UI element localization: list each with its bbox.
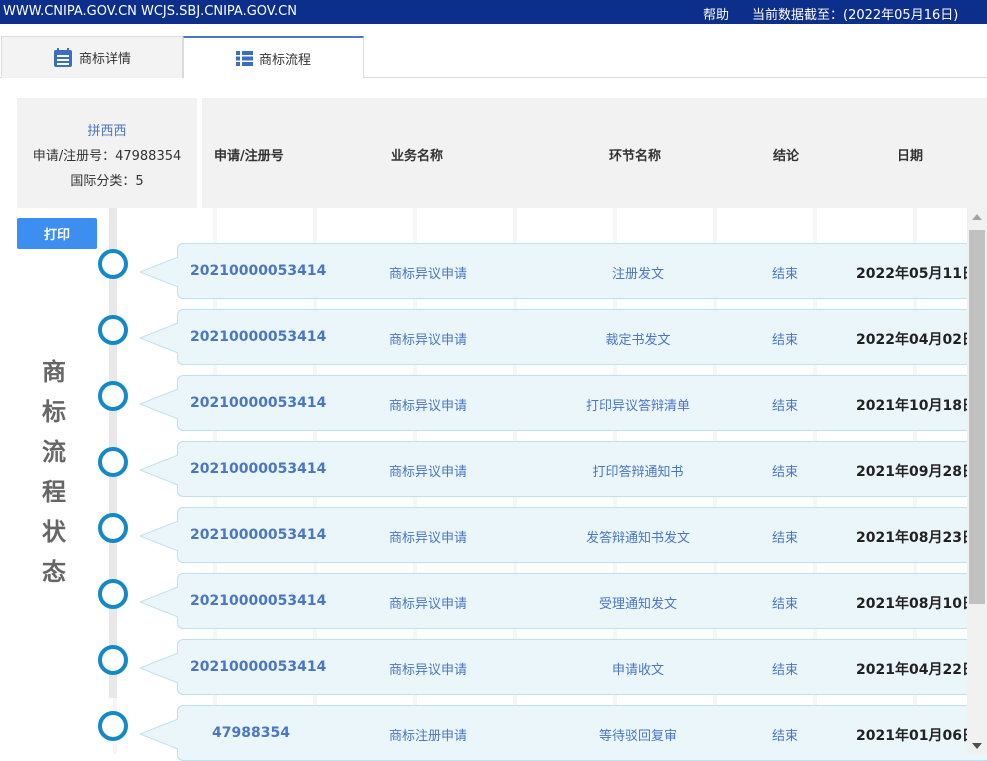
record-step[interactable]: 裁定书发文 <box>538 329 738 348</box>
trademark-info: 拼西西 申请/注册号：47988354 国际分类：5 <box>17 98 197 208</box>
timeline-record: 20210000053414 商标异议申请 注册发文 结束 2022年05月11日 <box>140 243 987 299</box>
col-result: 结论 <box>773 149 800 164</box>
trademark-name[interactable]: 拼西西 <box>17 120 197 139</box>
table-header: 申请/注册号 业务名称 环节名称 结论 日期 <box>202 98 987 208</box>
col-reg-no: 申请/注册号 <box>214 149 284 164</box>
card-pointer <box>140 653 178 683</box>
card-pointer <box>140 389 178 419</box>
tab-trademark-process[interactable]: 商标流程 <box>183 36 364 79</box>
card-pointer <box>140 719 178 749</box>
record-reg-no[interactable]: 20210000053414 <box>190 659 326 675</box>
tab-trademark-details[interactable]: 商标详情 <box>1 36 183 78</box>
card-pointer <box>140 257 178 287</box>
card-pointer <box>140 587 178 617</box>
tab-label: 商标详情 <box>78 52 131 67</box>
scrollbar[interactable] <box>967 208 987 754</box>
record-reg-no[interactable]: 20210000053414 <box>190 329 326 345</box>
record-business[interactable]: 商标异议申请 <box>328 461 528 480</box>
record-date: 2021年08月23日 <box>856 530 976 546</box>
record-date: 2021年10月18日 <box>856 398 976 414</box>
record-business[interactable]: 商标异议申请 <box>328 593 528 612</box>
record-step[interactable]: 等待驳回复审 <box>538 725 738 744</box>
scroll-up-icon[interactable] <box>972 214 982 220</box>
timeline-node <box>98 645 128 675</box>
record-step[interactable]: 申请收文 <box>538 659 738 678</box>
tab-label: 商标流程 <box>258 52 311 68</box>
record-reg-no[interactable]: 20210000053414 <box>190 395 326 411</box>
timeline-record: 20210000053414 商标异议申请 裁定书发文 结束 2022年04月02日 <box>140 309 987 365</box>
timeline-node <box>98 579 128 609</box>
timeline-record: 47988354 商标注册申请 等待驳回复审 结束 2021年01月06日 <box>140 705 987 761</box>
record-date: 2021年09月28日 <box>856 464 976 480</box>
tab-bar: 商标详情 商标流程 <box>0 34 987 79</box>
record-result: 结束 <box>772 333 799 348</box>
record-step[interactable]: 发答辩通知书发文 <box>538 527 738 546</box>
record-reg-no[interactable]: 20210000053414 <box>190 461 326 477</box>
scrollbar-thumb[interactable] <box>969 230 985 604</box>
calendar-icon <box>53 47 72 67</box>
timeline-node <box>98 315 128 345</box>
col-step: 环节名称 <box>609 149 662 164</box>
record-business[interactable]: 商标异议申请 <box>328 527 528 546</box>
side-title: 商 标 流 程 状 态 <box>38 352 70 592</box>
timeline-node <box>98 513 128 543</box>
col-date: 日期 <box>897 149 924 164</box>
card-pointer <box>140 521 178 551</box>
record-business[interactable]: 商标异议申请 <box>328 395 528 414</box>
side-title-char: 状 <box>42 518 66 546</box>
help-link[interactable]: 帮助 <box>703 4 729 23</box>
col-business: 业务名称 <box>391 149 444 164</box>
record-step[interactable]: 打印异议答辩清单 <box>538 395 738 414</box>
scroll-down-icon[interactable] <box>972 743 982 749</box>
record-step[interactable]: 受理通知发文 <box>538 593 738 612</box>
timeline-node <box>98 447 128 477</box>
record-reg-no[interactable]: 20210000053414 <box>190 593 326 609</box>
record-business[interactable]: 商标异议申请 <box>328 329 528 348</box>
record-date: 2021年04月22日 <box>856 662 976 678</box>
card-pointer <box>140 455 178 485</box>
record-date: 2021年01月06日 <box>856 728 976 744</box>
record-result: 结束 <box>772 729 799 744</box>
record-result: 结束 <box>772 399 799 414</box>
timeline-node <box>98 249 128 279</box>
data-date: 当前数据截至：(2022年05月16日) <box>752 8 959 23</box>
record-step[interactable]: 注册发文 <box>538 263 738 282</box>
list-icon <box>235 50 253 66</box>
record-business[interactable]: 商标异议申请 <box>328 263 528 282</box>
record-business[interactable]: 商标异议申请 <box>328 659 528 678</box>
record-reg-no[interactable]: 20210000053414 <box>190 527 326 543</box>
side-title-char: 态 <box>42 558 66 586</box>
record-step[interactable]: 打印答辩通知书 <box>538 461 738 480</box>
top-bar: WWW.CNIPA.GOV.CN WCJS.SBJ.CNIPA.GOV.CN 帮… <box>0 0 987 24</box>
print-button[interactable]: 打印 <box>17 218 97 249</box>
record-result: 结束 <box>772 531 799 546</box>
record-date: 2021年08月10日 <box>856 596 976 612</box>
timeline-record: 20210000053414 商标异议申请 申请收文 结束 2021年04月22日 <box>140 639 987 695</box>
card-pointer <box>140 323 178 353</box>
record-result: 结束 <box>772 267 799 282</box>
record-reg-no[interactable]: 47988354 <box>212 725 290 741</box>
timeline-record: 20210000053414 商标异议申请 受理通知发文 结束 2021年08月10日 <box>140 573 987 629</box>
timeline-node <box>98 711 128 741</box>
timeline-record: 20210000053414 商标异议申请 发答辩通知书发文 结束 2021年08月23… <box>140 507 987 563</box>
record-result: 结束 <box>772 597 799 612</box>
record-result: 结束 <box>772 465 799 480</box>
record-result: 结束 <box>772 663 799 678</box>
registration-number: 申请/注册号：47988354 <box>32 149 182 164</box>
international-class: 国际分类：5 <box>70 174 144 189</box>
side-title-char: 标 <box>42 398 66 426</box>
record-date: 2022年05月11日 <box>856 266 976 282</box>
record-date: 2022年04月02日 <box>856 332 976 348</box>
record-reg-no[interactable]: 20210000053414 <box>190 263 326 279</box>
timeline-node <box>98 381 128 411</box>
record-business[interactable]: 商标注册申请 <box>328 725 528 744</box>
site-url[interactable]: WWW.CNIPA.GOV.CN WCJS.SBJ.CNIPA.GOV.CN <box>3 4 297 19</box>
timeline-record: 20210000053414 商标异议申请 打印异议答辩清单 结束 2021年10月18… <box>140 375 987 431</box>
side-title-char: 流 <box>42 438 66 466</box>
side-title-char: 商 <box>42 358 66 386</box>
timeline-record: 20210000053414 商标异议申请 打印答辩通知书 结束 2021年09月28日 <box>140 441 987 497</box>
side-title-char: 程 <box>42 478 66 506</box>
